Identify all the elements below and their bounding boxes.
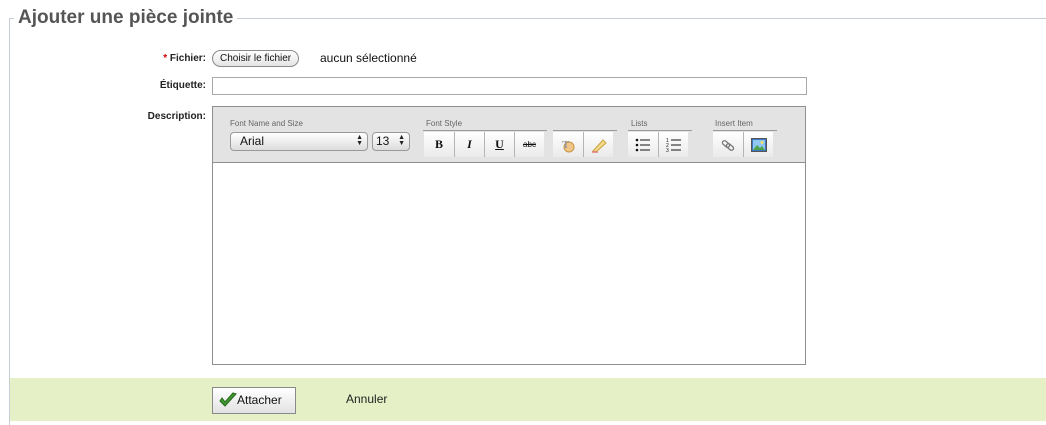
attach-button[interactable]: Attacher: [212, 387, 296, 414]
numbered-list-button[interactable]: 1 2 3: [658, 132, 688, 157]
file-status: aucun sélectionné: [320, 51, 417, 65]
file-label: * Fichier:: [0, 53, 206, 64]
attach-button-label: Attacher: [237, 393, 282, 407]
bullet-list-icon: [635, 138, 650, 152]
form-actions-bar: Attacher Annuler: [10, 378, 1046, 421]
svg-text:3: 3: [666, 148, 669, 153]
style-group-label: Font Style: [426, 119, 463, 128]
insert-group-label: Insert Item: [715, 119, 753, 128]
insert-image-button[interactable]: [743, 132, 773, 157]
text-color-button[interactable]: T: [553, 132, 583, 157]
bullet-list-button[interactable]: [628, 132, 658, 157]
select-arrows-icon: ▲ ▼: [398, 134, 405, 147]
tag-input[interactable]: [212, 77, 807, 95]
editor-content-area[interactable]: [213, 164, 805, 364]
tag-label: Étiquette:: [159, 80, 206, 91]
italic-button[interactable]: I: [454, 132, 484, 157]
strikethrough-button[interactable]: abc: [514, 132, 544, 157]
bold-button[interactable]: B: [424, 132, 454, 157]
font-name-value: Arial: [240, 134, 265, 148]
color-group-line: [553, 130, 617, 131]
checkmark-icon: [219, 392, 237, 407]
insert-group-line: [713, 130, 777, 131]
select-arrows-icon: ▲ ▼: [356, 134, 363, 147]
required-mark: *: [163, 53, 168, 64]
font-group-label: Font Name and Size: [230, 119, 303, 128]
numbered-list-icon: 1 2 3: [666, 138, 681, 154]
link-icon: [721, 139, 735, 151]
font-size-select[interactable]: 13 ▲ ▼: [372, 132, 410, 151]
lists-group-label: Lists: [631, 119, 648, 128]
editor-toolbar: Font Name and Size Font Style Lists Inse…: [213, 107, 805, 163]
font-size-value: 13: [376, 134, 390, 148]
font-name-select[interactable]: Arial ▲ ▼: [230, 132, 368, 151]
svg-text:T: T: [562, 139, 570, 151]
style-group-line: [423, 130, 547, 131]
rich-text-editor: Font Name and Size Font Style Lists Inse…: [212, 106, 806, 365]
image-icon: [750, 137, 767, 152]
insert-link-button[interactable]: [713, 132, 743, 157]
choose-file-button[interactable]: Choisir le fichier: [212, 50, 300, 67]
file-label-text: Fichier:: [169, 53, 206, 64]
text-color-icon: T: [562, 139, 575, 153]
lists-group-line: [628, 130, 692, 131]
cancel-link[interactable]: Annuler: [346, 392, 387, 406]
description-label: Description:: [147, 111, 206, 122]
highlight-icon: [591, 139, 607, 153]
underline-button[interactable]: U: [484, 132, 514, 157]
form-legend: Ajouter une pièce jointe: [14, 6, 238, 30]
highlight-button[interactable]: [583, 132, 613, 157]
